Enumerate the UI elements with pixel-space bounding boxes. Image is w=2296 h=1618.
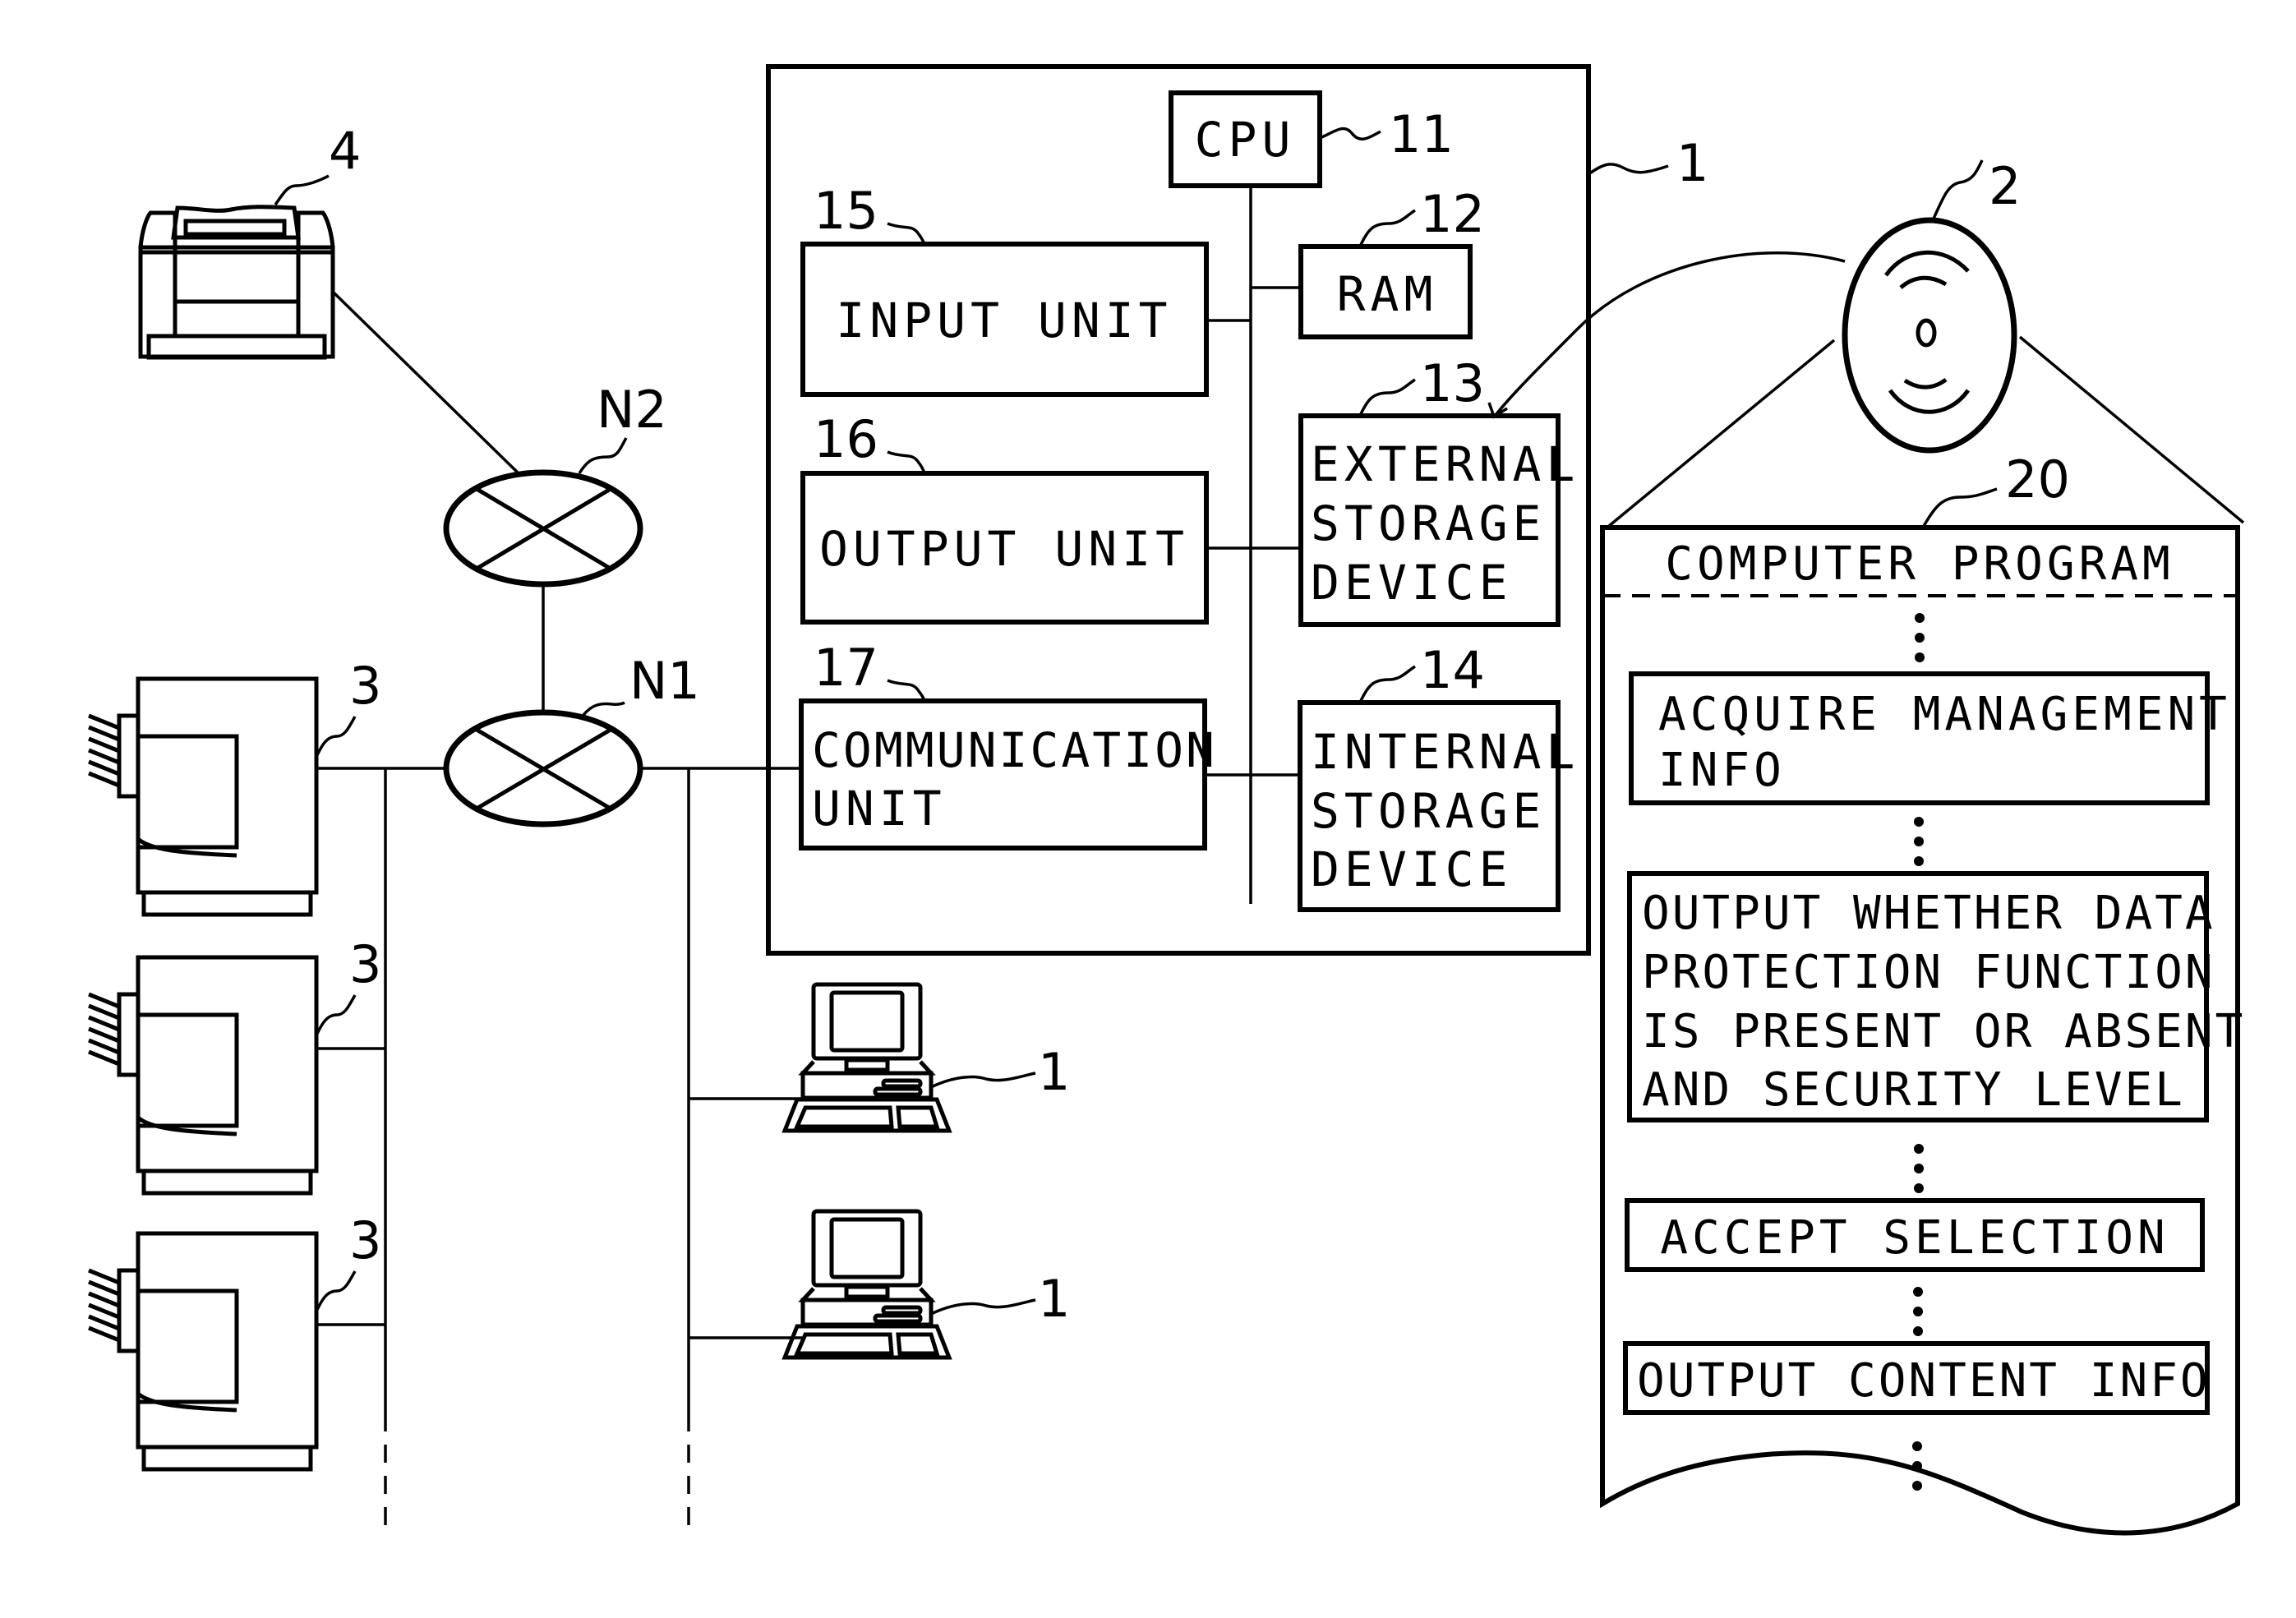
internal-storage-line-2: STORAGE (1311, 783, 1546, 839)
cpu-label: CPU (1195, 112, 1296, 168)
internal-storage-line-3: DEVICE (1311, 841, 1513, 897)
terminal: 1 (781, 982, 1070, 1133)
network-hub-icon (443, 709, 643, 827)
image-forming-apparatus-list: 3 3 3 (88, 656, 381, 1472)
leader-line (315, 716, 357, 758)
terminal-list: 11 (781, 982, 1070, 1360)
leader-line (274, 174, 330, 206)
recording-medium-ref: 2 (1989, 156, 2021, 216)
terminal-ref: 1 (1038, 1269, 1070, 1329)
communication-unit-ref: 17 (814, 638, 878, 698)
main-device: 1 CPU 11 RAM 12 INPUT UNIT 15 OUTPUT UNI… (766, 64, 1708, 956)
communication-unit-line-1: COMMUNICATION (812, 722, 1217, 778)
leader-line (930, 1298, 1036, 1316)
step-text: PROTECTION FUNCTION (1642, 946, 2215, 999)
system-diagram: 1 CPU 11 RAM 12 INPUT UNIT 15 OUTPUT UNI… (88, 64, 2245, 1536)
network-n1: N1 (443, 651, 700, 827)
cpu-ref: 11 (1389, 104, 1454, 164)
terminal-ref: 1 (1038, 1042, 1070, 1102)
multifunction-printer-icon (88, 955, 319, 1196)
network-n2: N2 (443, 380, 667, 588)
ellipsis-dot (1912, 1481, 1922, 1491)
printer-ref: 4 (329, 121, 361, 181)
ellipsis-dot (1914, 1183, 1924, 1193)
program-title: COMPUTER PROGRAM (1665, 537, 2174, 591)
image-forming-apparatus-ref: 3 (349, 656, 381, 716)
terminal: 1 (781, 1209, 1070, 1360)
printer-icon (138, 205, 335, 360)
leader-line (582, 701, 625, 717)
desktop-computer-icon (781, 982, 952, 1133)
expand-line-left (1607, 339, 1836, 528)
external-storage-line-2: STORAGE (1311, 496, 1546, 551)
ellipsis-dot (1914, 817, 1924, 827)
step-text: ACQUIRE MANAGEMENT (1658, 688, 2231, 741)
recording-medium: 2 (1487, 156, 2245, 528)
ellipsis-dot (1915, 613, 1925, 623)
network-wiring (316, 290, 802, 1528)
desktop-computer-icon (781, 1209, 952, 1360)
link-printer-n2 (331, 290, 521, 476)
internal-storage-ref: 14 (1420, 640, 1485, 700)
ellipsis-dot (1914, 1144, 1924, 1154)
network-n1-ref: N1 (629, 651, 700, 711)
printer: 4 (138, 121, 361, 360)
program-step: OUTPUT CONTENT INFO (1623, 1341, 2211, 1415)
leader-line (1921, 487, 1998, 528)
ellipsis-dot (1913, 1326, 1923, 1336)
image-forming-apparatus: 3 (88, 1210, 381, 1472)
step-text: INFO (1658, 744, 1786, 797)
external-storage-line-1: EXTERNAL (1311, 436, 1579, 492)
network-n2-ref: N2 (597, 380, 667, 440)
computer-program-panel: 20 COMPUTER PROGRAM ACQUIRE MANAGEMENT I… (1600, 449, 2245, 1536)
program-ref: 20 (2005, 449, 2070, 509)
optical-disc-icon (1842, 217, 2017, 454)
communication-unit-line-2: UNIT (812, 781, 947, 837)
ellipsis-dot (1914, 856, 1924, 866)
leader-line (1587, 163, 1669, 176)
ram-ref: 12 (1420, 184, 1485, 244)
ellipsis-dot (1914, 1164, 1924, 1173)
input-unit-ref: 15 (814, 181, 878, 241)
external-storage-ref: 13 (1420, 353, 1485, 413)
multifunction-printer-icon (88, 1231, 319, 1472)
ellipsis-dot (1913, 1287, 1923, 1297)
step-text: AND SECURITY LEVEL (1642, 1063, 2185, 1117)
leader-line (315, 994, 357, 1036)
internal-storage-line-1: INTERNAL (1311, 724, 1579, 780)
image-forming-apparatus: 3 (88, 934, 381, 1196)
ellipsis-dot (1915, 652, 1925, 662)
program-step: ACCEPT SELECTION (1625, 1198, 2205, 1272)
multifunction-printer-icon (88, 676, 319, 917)
step-text: IS PRESENT OR ABSENT (1642, 1005, 2245, 1058)
leader-line (578, 437, 628, 474)
image-forming-apparatus-ref: 3 (349, 934, 381, 994)
image-forming-apparatus: 3 (88, 656, 381, 917)
ellipsis-dot (1912, 1461, 1922, 1471)
ellipsis-dot (1912, 1441, 1922, 1451)
program-step: ACQUIRE MANAGEMENT INFO (1629, 671, 2231, 805)
leader-line (930, 1072, 1036, 1089)
network-hub-icon (443, 469, 643, 588)
ram-label: RAM (1337, 266, 1438, 322)
ellipsis-dot (1914, 837, 1924, 846)
output-unit-ref: 16 (814, 409, 878, 469)
input-unit-label: INPUT UNIT (836, 293, 1172, 348)
ellipsis-dot (1915, 633, 1925, 643)
ellipsis-dot (1913, 1307, 1923, 1316)
step-text: OUTPUT WHETHER DATA (1642, 887, 2215, 940)
external-storage-line-3: DEVICE (1311, 555, 1513, 611)
leader-line (315, 1270, 357, 1312)
image-forming-apparatus-ref: 3 (349, 1210, 381, 1270)
step-text: OUTPUT CONTENT INFO (1637, 1354, 2211, 1408)
step-text: ACCEPT SELECTION (1660, 1211, 2169, 1265)
program-step: OUTPUT WHETHER DATA PROTECTION FUNCTION … (1627, 871, 2245, 1122)
main-device-ref: 1 (1676, 133, 1708, 193)
output-unit-label: OUTPUT UNIT (819, 521, 1189, 577)
leader-line (1931, 159, 1984, 221)
